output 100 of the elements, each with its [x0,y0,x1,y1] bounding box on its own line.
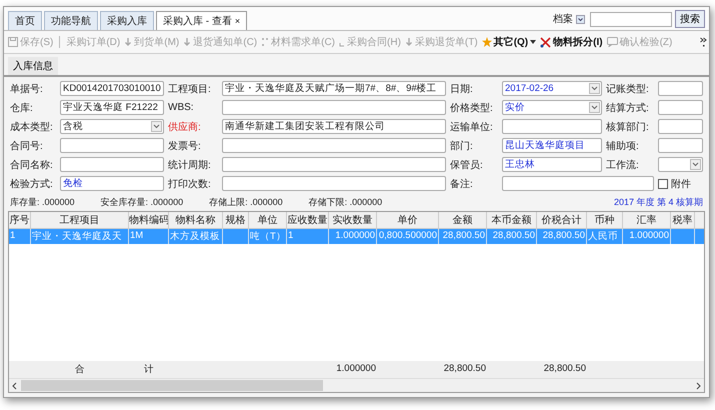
checkbox-label: 附件 [671,178,691,190]
total-cell-text: 合 [74,363,86,377]
scrollbar-thumb[interactable] [21,380,323,391]
column-header[interactable]: 单位 [249,212,287,228]
field-label: 价格类型: [450,102,494,114]
table-cell: 28,800.50 [487,229,537,244]
text-field[interactable] [222,138,446,153]
text-field[interactable] [60,157,164,172]
field-label: 仓库: [10,102,34,114]
search-field[interactable] [590,12,672,26]
checkbox[interactable] [658,178,668,188]
text-field[interactable]: 王忠林 [502,157,602,172]
field-label: WBS: [168,102,195,113]
stock-info: 存储上限: .000000 [209,196,283,209]
column-header[interactable]: 规格 [223,212,249,228]
text-field[interactable] [658,100,703,115]
close-button[interactable]: × [234,16,240,26]
field-label: 工作流: [606,158,640,172]
text-field[interactable] [502,176,654,191]
stock-info: 存储下限: .000000 [308,196,382,209]
table-cell: 1 [9,229,31,244]
text-field[interactable] [658,138,703,153]
field-label: 单据号: [10,82,44,96]
table-cell: 1.000000 [623,229,671,244]
total-cell-text: 计 [143,363,155,377]
field-label: 发票号: [168,140,202,152]
tab[interactable]: 采购入库 [100,11,154,30]
field-label: 打印次数: [168,178,212,190]
tab[interactable]: 采购入库 - 查看 × [156,11,248,30]
column-header[interactable]: 金额 [439,212,487,228]
caret-icon [589,102,600,113]
dropdown-field[interactable]: 含税 [60,119,164,134]
column-header[interactable]: 币种 [587,212,623,228]
field-label: 记账类型: [606,82,650,96]
text-field[interactable] [502,119,602,134]
field-label: 合同号: [10,140,44,152]
field-label: 供应商: [168,120,202,134]
dropdown-field[interactable] [658,157,703,172]
total-cell-text: 28,800.50 [542,362,587,376]
text-field[interactable]: 宇业天逸华庭 F21222 [60,100,164,115]
text-field[interactable] [658,119,703,134]
column-header[interactable]: 序号 [9,212,31,228]
column-header[interactable]: 本币金额 [487,212,537,228]
field-label: 检验方式: [10,178,54,190]
column-header[interactable]: 工程项目 [31,212,129,228]
tab[interactable]: 入库信息 [8,57,58,75]
archive-dropdown[interactable]: 档案 [551,11,587,27]
text-field[interactable] [60,138,164,153]
search-button[interactable]: 搜索 [675,10,705,28]
tab[interactable]: 功能导航 [44,11,98,30]
stock-info: 安全库存量: .000000 [100,196,184,209]
text-field[interactable]: 南通华新建工集团安装工程有限公司 [222,119,446,134]
field-label: 辅助项: [606,140,640,152]
arrow-icon [404,37,413,47]
field-label: 核算部门: [606,120,650,134]
field-label: 部门: [450,140,474,152]
column-header[interactable]: 物料名称 [169,212,223,228]
table-cell: 1.000000 [329,229,377,244]
table-cell: 0,800.500000 [377,229,439,244]
column-header[interactable]: 税率 [671,212,695,228]
text-field[interactable] [222,100,446,115]
total-cell-text: 28,800.50 [442,362,487,376]
total-cell-text: 1.000000 [335,362,377,376]
column-header[interactable]: 实收数量 [329,212,377,228]
column-header[interactable]: 汇率 [623,212,671,228]
text-field[interactable]: 免检 [60,176,164,191]
table-cell: 宇业・天逸华庭及天 [31,229,129,244]
column-header[interactable]: 应收数量 [287,212,329,228]
overflow-icon[interactable] [700,37,707,47]
comment-icon [606,37,618,47]
column-header[interactable]: 单价 [377,212,439,228]
field-label: 保管员: [450,158,484,172]
horizontal-scrollbar[interactable] [9,378,704,392]
star-icon [482,37,492,47]
dropdown-field[interactable]: 实价 [502,100,602,115]
caret-icon [690,159,701,170]
text-field[interactable] [222,157,446,172]
field-label: 结算方式: [606,102,650,114]
dots-icon [261,37,270,47]
text-field[interactable]: KD0014201703010010 [60,81,164,96]
arrow-icon [124,37,132,47]
column-header[interactable]: 价税合计 [537,212,587,228]
field-label: 运输单位: [450,120,494,134]
field-label: 备注: [450,178,474,190]
table-cell: 1M [129,229,169,244]
text-field[interactable] [658,81,703,96]
tab[interactable]: 首页 [8,11,42,30]
field-label: 合同名称: [10,158,54,172]
dropdown-button[interactable]: 其它(Q) [480,35,538,49]
toolbar-button[interactable]: 物料拆分(I) [538,35,605,49]
table-cell: 28,800.50 [537,229,587,244]
text-field[interactable]: 宇业・天逸华庭及天赋广场一期7#、8#、9#楼工 [222,81,446,96]
table-cell: 28,800.50 [439,229,487,244]
text-field[interactable]: 昆山天逸华庭项目 [502,138,602,153]
text-field[interactable] [222,176,446,191]
arrow-icon [183,37,192,47]
dropdown-field[interactable]: 2017-02-26 [502,81,602,96]
field-label: 工程项目: [168,82,212,96]
floppy-icon [8,37,18,47]
table-cell: 1 [287,229,329,244]
